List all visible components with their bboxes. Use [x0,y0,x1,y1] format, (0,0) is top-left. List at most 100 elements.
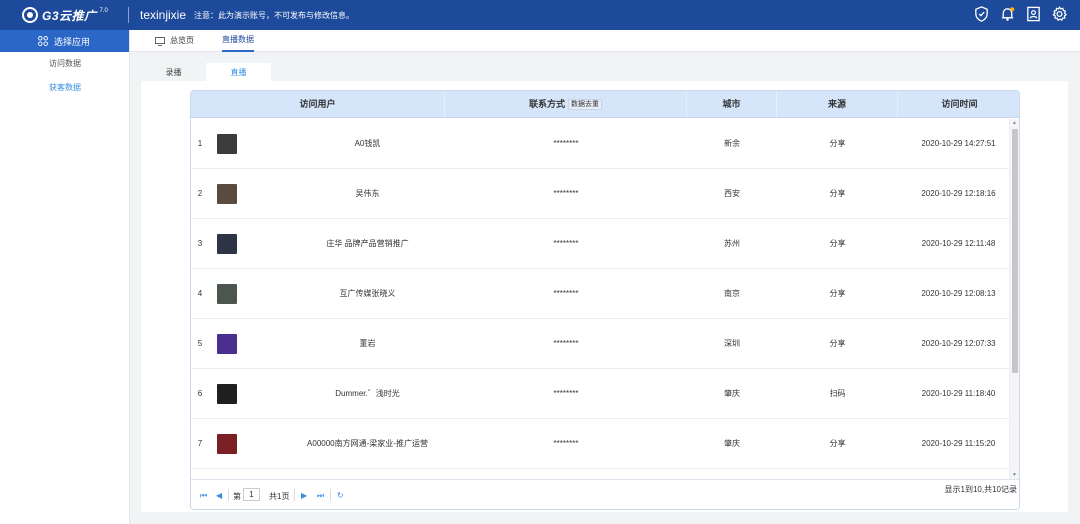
row-source: 分享 [829,189,846,198]
tab-live-data[interactable]: 直播数据 [222,30,254,52]
row-contact: ******** [553,339,579,348]
top-icons [973,5,1068,23]
last-page-icon[interactable]: ⏭ [317,491,324,501]
table-row[interactable]: 5 董岩 ******** 深圳 分享 2020-10-29 12:07:33 [191,319,1011,369]
row-index: 5 [197,339,203,348]
row-time: 2020-10-29 12:07:33 [921,339,996,348]
row-contact: ******** [553,289,579,298]
tab-overview[interactable]: 总览页 [155,30,194,52]
header-user: 访问用户 [191,91,445,118]
page-prefix: 第 [233,492,241,501]
table-row[interactable]: 6 Dummer.゛浅时光 ******** 肇庆 扫码 2020-10-29 … [191,369,1011,419]
vertical-scrollbar[interactable]: ▲ ▼ [1009,119,1019,479]
avatar [217,134,237,154]
row-time: 2020-10-29 11:18:40 [921,389,996,398]
avatar [217,434,237,454]
account-name: texinjixie [140,8,187,22]
row-contact: ******** [553,189,579,198]
select-app-button[interactable]: 选择应用 [0,30,129,52]
table-row[interactable]: 2 吴伟东 ******** 西安 分享 2020-10-29 12:18:16 [191,169,1011,219]
grid-body: 1 A0钱凯 ******** 新余 分享 2020-10-29 14:27:5… [191,119,1011,479]
row-index: 6 [197,389,203,398]
refresh-icon[interactable]: ↻ [337,491,344,500]
subtab-live[interactable]: 直播 [206,63,271,82]
avatar [217,184,237,204]
row-city: 西安 [724,189,740,198]
dedupe-button[interactable]: 数据去重 [568,99,602,111]
row-city: 深圳 [724,339,740,348]
avatar [217,284,237,304]
table-row[interactable]: 4 互广传媒张晓义 ******** 南京 分享 2020-10-29 12:0… [191,269,1011,319]
page-total: 共1页 [269,492,290,501]
shield-icon[interactable] [973,5,990,23]
pager-divider [294,489,295,501]
sidebar: 选择应用 访问数据 获客数据 [0,30,130,524]
data-grid: 访问用户 联系方式 数据去重 城市 来源 访问时间 1 A0钱凯 ********… [190,90,1020,510]
tab-bar: 总览页 直播数据 [130,30,1080,52]
scroll-up-icon[interactable]: ▲ [1012,120,1017,126]
row-city: 苏州 [724,239,740,248]
top-bar: G3云推广 7.0 texinjixie 注意：此为演示账号，不可发布与修改信息… [0,0,1080,30]
row-time: 2020-10-29 12:08:13 [921,289,996,298]
page-number-input[interactable]: 1 [243,488,260,501]
subtab-recorded[interactable]: 录播 [141,63,206,82]
logo[interactable]: G3云推广 7.0 [22,7,108,23]
row-city: 新余 [724,139,740,148]
row-index: 3 [197,239,203,248]
gear-icon[interactable] [1051,5,1068,23]
bell-icon[interactable] [999,5,1016,23]
pager-divider [228,489,229,501]
row-city: 南京 [724,289,740,298]
row-contact: ******** [553,389,579,398]
sidebar-item-lead-data[interactable]: 获客数据 [0,76,129,100]
row-city: 肇庆 [724,439,740,448]
tab-overview-label: 总览页 [170,36,194,45]
row-time: 2020-10-29 11:15:20 [921,439,996,448]
scroll-down-icon[interactable]: ▼ [1012,472,1017,478]
pager-divider [330,489,331,501]
header-time: 访问时间 [941,99,978,109]
demo-notice: 注意：此为演示账号，不可发布与修改信息。 [194,11,354,20]
logo-text: G3云推广 [42,8,97,23]
avatar [217,334,237,354]
header-city: 城市 [687,91,777,118]
table-row[interactable]: 3 庄华 品牌产品营销推广 ******** 苏州 分享 2020-10-29 … [191,219,1011,269]
header-source: 来源 [777,91,898,118]
record-info: 显示1到10,共10记录 [944,485,1017,494]
row-source: 分享 [829,339,846,348]
row-contact: ******** [553,239,579,248]
row-index: 7 [197,439,203,448]
row-source: 分享 [829,289,846,298]
table-row[interactable]: 7 A00000南方网通-梁家业-推广运营 ******** 肇庆 分享 202… [191,419,1011,469]
avatar [217,384,237,404]
row-time: 2020-10-29 12:11:48 [921,239,996,248]
prev-page-icon[interactable]: ◀ [216,491,222,500]
row-index: 1 [197,139,203,148]
header-contact-label: 联系方式 [528,99,565,109]
select-app-label: 选择应用 [54,36,91,47]
row-source: 分享 [829,439,846,448]
grid-header: 访问用户 联系方式 数据去重 城市 来源 访问时间 [191,91,1019,118]
next-page-icon[interactable]: ▶ [301,491,307,500]
logo-version: 7.0 [99,8,108,14]
first-page-icon[interactable]: ⏮ [200,491,207,501]
logo-icon [22,7,38,23]
sidebar-item-visit-data[interactable]: 访问数据 [0,52,129,76]
tab-live-data-label: 直播数据 [222,35,254,44]
id-card-icon[interactable] [1025,5,1042,23]
monitor-icon [155,36,165,46]
table-row[interactable]: 1 A0钱凯 ******** 新余 分享 2020-10-29 14:27:5… [191,119,1011,169]
row-source: 分享 [829,239,846,248]
row-contact: ******** [553,139,579,148]
row-index: 2 [197,189,203,198]
apps-grid-icon [38,36,48,46]
pagination-bar: ⏮ ◀ 第 1 共1页 ▶ ⏭ ↻ 显示1到10,共10记录 [191,479,1019,509]
scroll-thumb[interactable] [1012,129,1018,373]
row-time: 2020-10-29 14:27:51 [921,139,996,148]
row-source: 分享 [829,139,846,148]
header-contact: 联系方式 数据去重 [445,91,687,118]
row-index: 4 [197,289,203,298]
avatar [217,234,237,254]
row-contact: ******** [553,439,579,448]
row-time: 2020-10-29 12:18:16 [921,189,996,198]
